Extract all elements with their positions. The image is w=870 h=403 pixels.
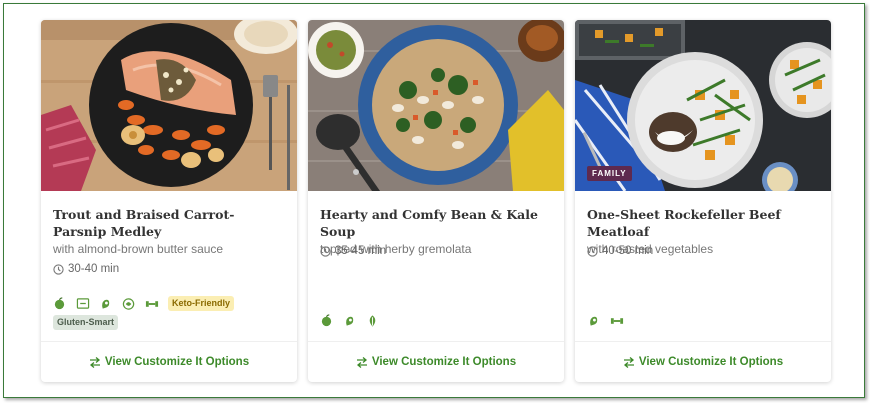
swap-icon [623, 356, 634, 368]
calories-icon [76, 297, 90, 311]
recipe-attributes: Keto-Friendly Gluten-Smart [53, 296, 285, 330]
customize-options-link[interactable]: View Customize It Options [41, 341, 297, 382]
clock-icon [587, 245, 598, 257]
protein-icon [587, 314, 601, 328]
customize-options-link[interactable]: View Customize It Options [575, 341, 831, 382]
keto-friendly-tag: Keto-Friendly [168, 296, 235, 311]
protein-icon [99, 297, 113, 311]
recipe-grid: Trout and Braised Carrot-Parsnip Medley … [3, 3, 865, 398]
clock-icon [320, 245, 331, 257]
recipe-title[interactable]: Trout and Braised Carrot-Parsnip Medley [53, 206, 285, 240]
recipe-attributes [587, 314, 819, 328]
low-carb-icon [122, 297, 136, 311]
recipe-photo[interactable]: FAMILY [575, 20, 831, 191]
gluten-smart-tag: Gluten-Smart [53, 315, 119, 330]
dumbbell-icon [610, 314, 624, 328]
family-badge: FAMILY [587, 166, 632, 181]
cook-time-value: 35-45 min [335, 245, 387, 257]
cook-time: 35-45 min [320, 245, 386, 257]
clock-icon [53, 263, 64, 275]
recipe-title[interactable]: One-Sheet Rockefeller Beef Meatloaf [587, 206, 819, 240]
dumbbell-icon [145, 297, 159, 311]
recipe-card[interactable]: FAMILY One-Sheet Rockefeller Beef Meatlo… [575, 20, 831, 382]
recipe-subtitle: with almond-brown butter sauce [53, 242, 224, 256]
customize-label[interactable]: View Customize It Options [639, 356, 783, 368]
customize-label[interactable]: View Customize It Options [372, 356, 516, 368]
swap-icon [89, 356, 100, 368]
cook-time-value: 30-40 min [68, 263, 120, 275]
recipe-card[interactable]: Trout and Braised Carrot-Parsnip Medley … [41, 20, 297, 382]
customize-options-link[interactable]: View Customize It Options [308, 341, 564, 382]
cook-time: 30-40 min [53, 263, 119, 275]
leaf-icon [366, 314, 380, 328]
cook-time-value: 40-50 min [602, 245, 654, 257]
apple-icon [320, 314, 334, 328]
recipe-title[interactable]: Hearty and Comfy Bean & Kale Soup [320, 206, 552, 240]
apple-icon [53, 296, 67, 311]
recipe-card[interactable]: Hearty and Comfy Bean & Kale Soup topped… [308, 20, 564, 382]
swap-icon [356, 356, 367, 368]
protein-icon [343, 314, 357, 328]
customize-label[interactable]: View Customize It Options [105, 356, 249, 368]
recipe-photo[interactable] [41, 20, 297, 191]
recipe-attributes [320, 314, 552, 328]
recipe-photo[interactable] [308, 20, 564, 191]
cook-time: 40-50 min [587, 245, 653, 257]
